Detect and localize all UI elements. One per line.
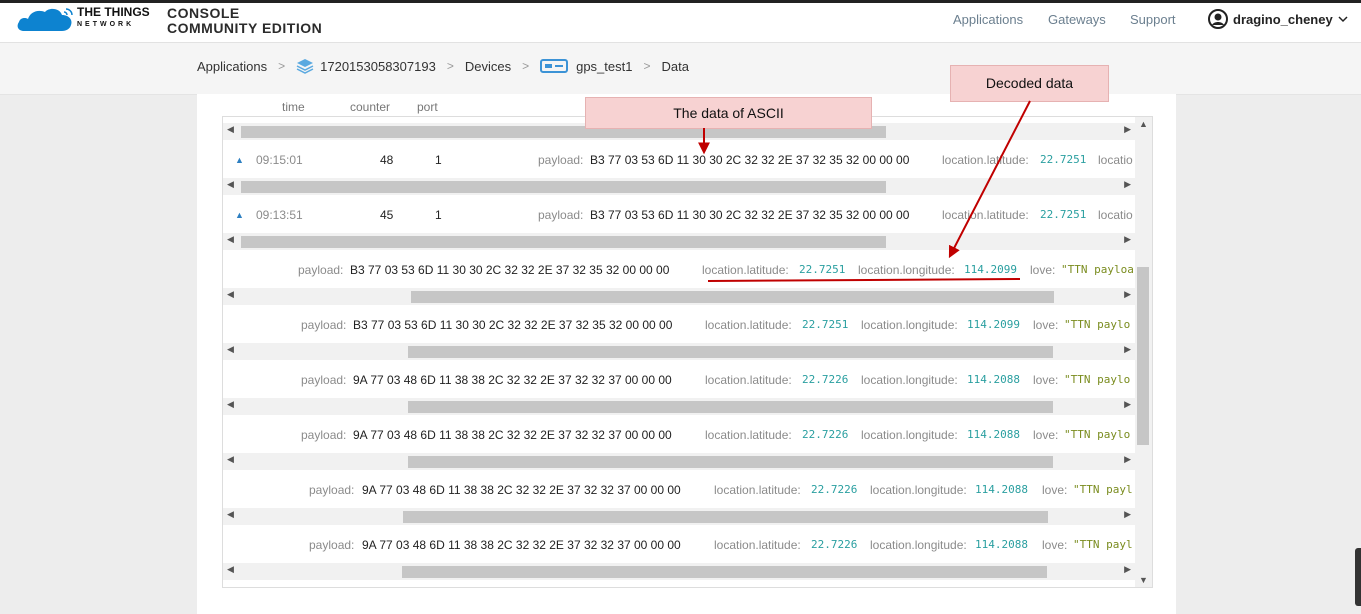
decoded-underline xyxy=(707,278,1021,282)
edge-widget xyxy=(1355,548,1361,606)
decoded-arrow xyxy=(948,100,1031,259)
annotation-overlay xyxy=(698,100,1031,282)
